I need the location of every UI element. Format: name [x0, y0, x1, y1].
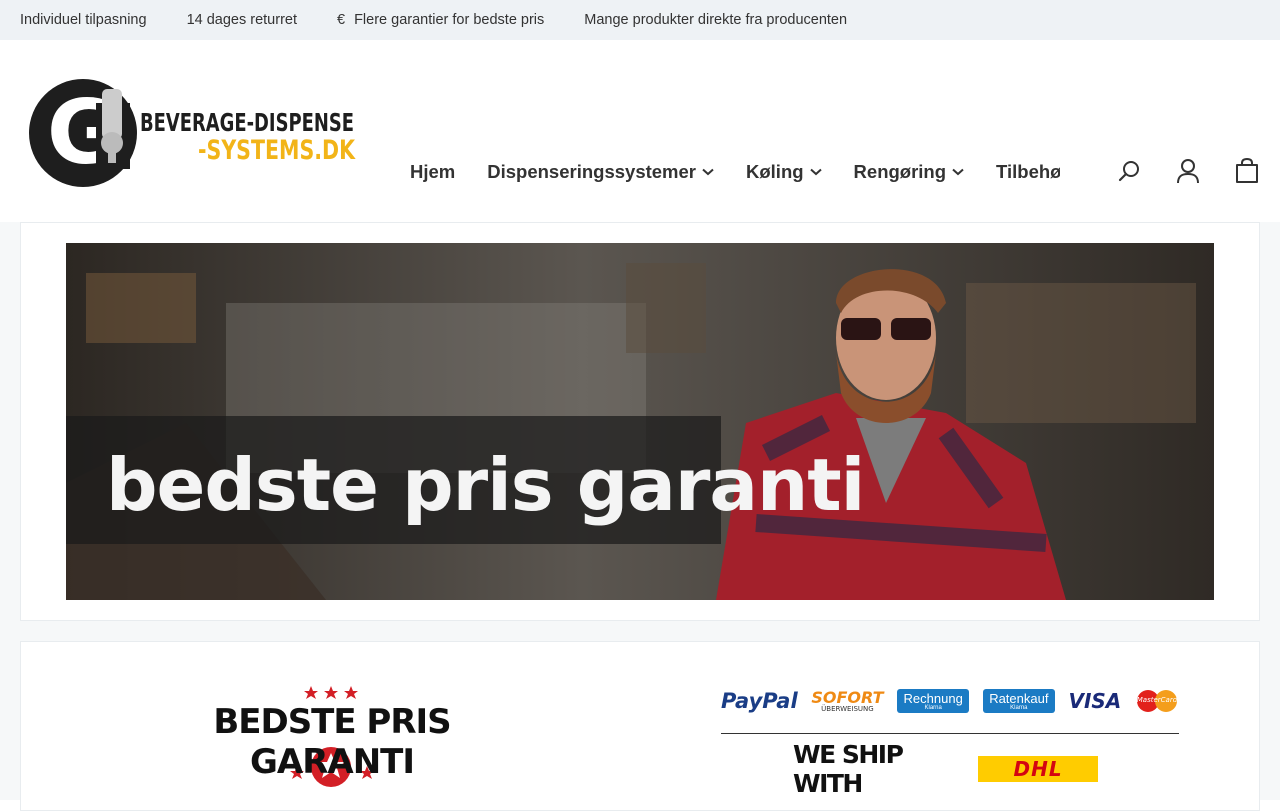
nav-item-dispenseringssystemer[interactable]: Dispenseringssystemer [487, 161, 714, 183]
dhl-logo: DHL [978, 756, 1098, 782]
logo-line1: BEVERAGE-DISPENSE [140, 108, 354, 137]
cart-icon[interactable] [1234, 158, 1260, 184]
usp-label: 14 dages returret [186, 12, 297, 28]
nav-item-label: Køling [746, 161, 804, 182]
visa-logo: VISA [1068, 689, 1122, 713]
divider [721, 733, 1179, 734]
usp-bar: Individuel tilpasning 14 dages returret … [0, 0, 1280, 40]
chevron-down-icon [702, 168, 714, 176]
nav-item-label: Hjem [410, 161, 456, 182]
account-icon[interactable] [1175, 158, 1201, 184]
hero-banner[interactable]: bedste pris garanti [66, 243, 1214, 600]
shipping-info: WE SHIP WITH DHL [793, 740, 1098, 798]
site-logo[interactable]: G BEVERAGE-DISPENSE -SYSTEMS.DK [28, 79, 358, 189]
euro-icon: € [337, 12, 346, 28]
usp-label: Mange produkter direkte fra producenten [584, 12, 848, 28]
price-guarantee-title: BEDSTE PRIS GARANTI [213, 702, 451, 782]
nav-item-label: Tilbehør [996, 161, 1060, 182]
site-header: G BEVERAGE-DISPENSE -SYSTEMS.DK Hjem Dis… [0, 40, 1280, 222]
nav-item-koling[interactable]: Køling [746, 161, 822, 183]
nav-item-tilbehor[interactable]: Tilbehør [996, 161, 1060, 183]
trust-card: BEDSTE PRIS GARANTI PayPal SOFORT ÜBERWE… [20, 641, 1260, 811]
hero-card: bedste pris garanti [20, 222, 1260, 621]
logo-line2: -SYSTEMS.DK [198, 135, 356, 166]
mastercard-logo: MasterCard [1135, 689, 1179, 713]
nav-item-hjem[interactable]: Hjem [410, 161, 455, 183]
banner-title: bedste pris garanti [106, 443, 865, 527]
paypal-logo: PayPal [721, 689, 798, 713]
price-guarantee-badge: BEDSTE PRIS GARANTI [157, 680, 507, 795]
usp-label: Flere garantier for bedste pris [354, 12, 545, 28]
sofort-logo: SOFORT ÜBERWEISUNG [811, 687, 884, 713]
ratenkauf-badge: Ratenkauf Klarna [982, 689, 1055, 713]
usp-item: € Flere garantier for bedste pris [337, 12, 544, 28]
chevron-down-icon [809, 168, 822, 176]
search-icon[interactable] [1116, 158, 1142, 184]
banner-image [66, 243, 1214, 600]
nav-item-rengoring[interactable]: Rengøring [854, 161, 965, 183]
nav-item-label: Dispenseringssystemer [487, 161, 696, 182]
payment-methods: PayPal SOFORT ÜBERWEISUNG Rechnung Klarn… [721, 686, 1179, 716]
rechnung-badge: Rechnung Klarna [897, 689, 970, 713]
usp-item: Mange produkter direkte fra producenten [584, 12, 847, 28]
usp-item: Individuel tilpasning [20, 12, 147, 28]
header-actions [1083, 158, 1260, 184]
shipping-text: WE SHIP WITH [793, 740, 904, 798]
usp-label: Individuel tilpasning [20, 12, 147, 28]
nav-item-label: Rengøring [853, 161, 947, 182]
main-nav: Hjem Dispenseringssystemer Køling Rengør… [410, 158, 1060, 186]
chevron-down-icon [952, 168, 964, 176]
usp-item: 14 dages returret [187, 12, 297, 28]
